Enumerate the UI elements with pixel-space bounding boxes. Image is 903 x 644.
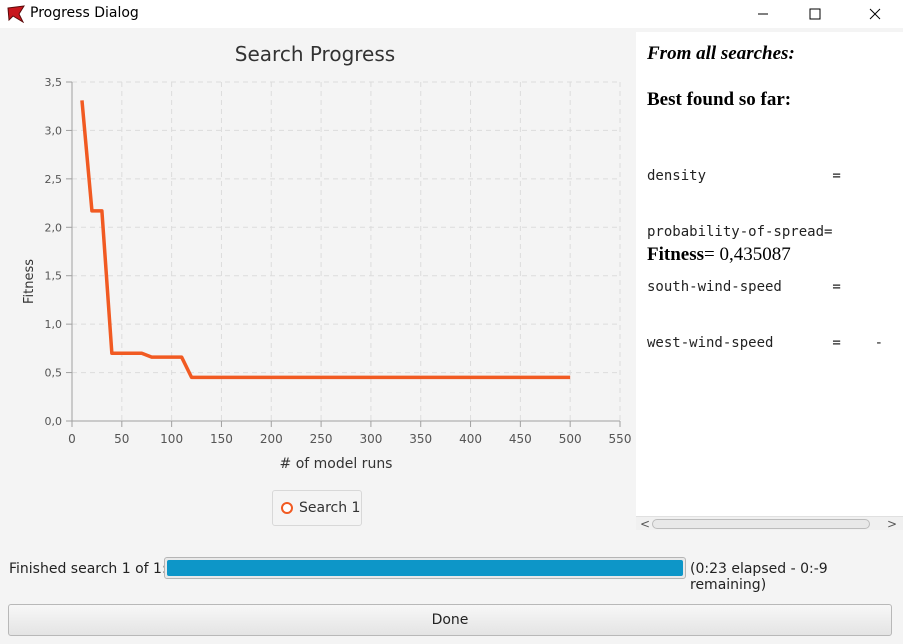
- progress-fill: [167, 560, 683, 576]
- param-density: density =: [647, 168, 841, 184]
- x-axis-label: # of model runs: [280, 456, 393, 472]
- best-found-heading: Best found so far:: [647, 89, 792, 110]
- y-tick-label: 0,0: [45, 415, 63, 428]
- status-label: Finished search 1 of 1:: [9, 561, 167, 577]
- x-tick-label: 550: [609, 432, 632, 446]
- x-tick-label: 300: [359, 432, 382, 446]
- y-tick-label: 3,0: [45, 124, 63, 137]
- param-south-wind-speed: south-wind-speed =: [647, 279, 841, 295]
- y-tick-label: 1,5: [45, 270, 63, 283]
- results-panel: From all searches: Best found so far: de…: [636, 32, 903, 516]
- netlogo-turtle-icon: [7, 5, 25, 23]
- x-tick-label: 200: [260, 432, 283, 446]
- x-tick-label: 450: [509, 432, 532, 446]
- best-fitness: Fitness= 0,435087: [647, 244, 791, 266]
- maximize-icon: [809, 8, 821, 20]
- results-horizontal-scrollbar[interactable]: < >: [636, 516, 903, 531]
- scroll-right-icon[interactable]: >: [887, 517, 897, 531]
- scroll-thumb[interactable]: [652, 519, 870, 529]
- x-tick-label: 150: [210, 432, 233, 446]
- y-tick-label: 2,5: [45, 173, 63, 186]
- done-button[interactable]: Done: [8, 604, 892, 636]
- elapsed-time: (0:23 elapsed - 0:-9 remaining): [690, 561, 828, 593]
- maximize-button[interactable]: [792, 0, 838, 28]
- y-tick-label: 3,5: [45, 76, 63, 89]
- y-tick-label: 0,5: [45, 367, 63, 380]
- title-bar: Progress Dialog: [0, 0, 903, 28]
- close-icon: [869, 8, 881, 20]
- legend-marker-icon: [281, 502, 293, 514]
- minimize-icon: [758, 13, 768, 15]
- x-tick-label: 250: [310, 432, 333, 446]
- fitness-value: = 0,435087: [704, 244, 791, 265]
- x-tick-label: 400: [459, 432, 482, 446]
- y-tick-label: 1,0: [45, 318, 63, 331]
- series-line-search-1: [80, 100, 571, 380]
- x-tick-label: 350: [409, 432, 432, 446]
- all-searches-heading: From all searches:: [647, 43, 795, 64]
- x-tick-label: 100: [160, 432, 183, 446]
- fitness-chart: 0 50 100 150 200 250 300 350 400 450 500 550 0,0 0,5 1…: [22, 76, 632, 472]
- search-progress-bar: [164, 557, 686, 579]
- y-tick-label: 2,0: [45, 221, 63, 234]
- chart-panel: Search Progress 0 50 100 150 200 250 300 350 400…: [0, 32, 636, 542]
- fitness-label: Fitness: [647, 244, 704, 265]
- param-west-wind-speed: west-wind-speed = -: [647, 334, 884, 351]
- legend-label-search-1: Search 1: [299, 500, 361, 516]
- close-button[interactable]: [852, 0, 898, 28]
- window-title: Progress Dialog: [30, 5, 139, 21]
- scroll-left-icon[interactable]: <: [640, 517, 650, 531]
- x-tick-label: 0: [68, 432, 76, 446]
- chart-legend: Search 1: [272, 490, 362, 526]
- minimize-button[interactable]: [740, 0, 786, 28]
- x-tick-label: 500: [559, 432, 582, 446]
- y-axis-label: Fitness: [22, 259, 37, 304]
- x-tick-label: 50: [114, 432, 129, 446]
- param-probability-of-spread: probability-of-spread=: [647, 223, 833, 240]
